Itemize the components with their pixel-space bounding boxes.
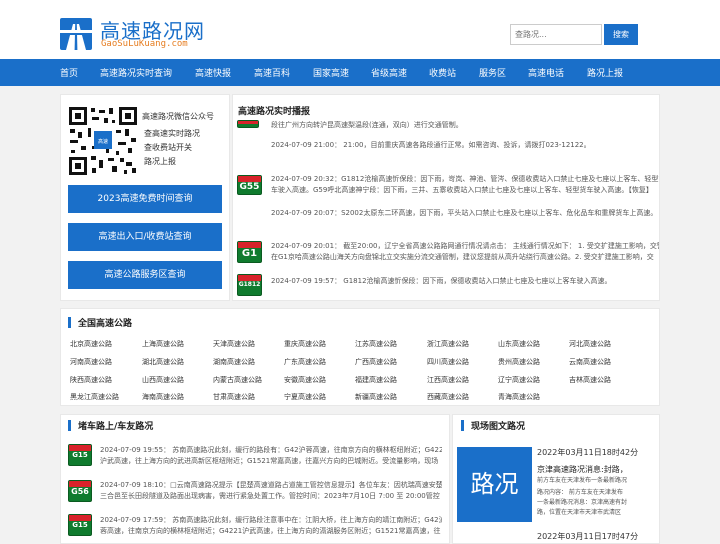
highway-link[interactable]: 河北高速公路 [569,339,611,349]
highway-link[interactable]: 西藏高速公路 [427,392,469,402]
highway-link[interactable]: 云南高速公路 [569,357,611,367]
news-item[interactable]: 2024-07-09 20:32：G1812沧榆高速忻保段：因下雨，岢岚、神池、… [271,174,659,196]
highway-link[interactable]: 贵州高速公路 [498,357,540,367]
wechat-item: 路况上报 [144,157,176,166]
highway-link[interactable]: 青海高速公路 [498,392,540,402]
scene-date: 2022年03月11日17时47分 [537,532,639,541]
nav-report[interactable]: 路况上报 [587,66,623,79]
highway-link[interactable]: 江西高速公路 [427,375,469,385]
news-item[interactable]: 2024-07-09 20:01： 截至20:00，辽宁全省高速公路路网通行情况… [271,241,659,263]
highway-link[interactable]: 山东高速公路 [498,339,540,349]
highway-link[interactable]: 重庆高速公路 [284,339,326,349]
highway-sign-icon: G15 [68,514,92,536]
national-highways-title: 全国高速公路 [78,319,133,329]
highway-link[interactable]: 陕西高速公路 [70,375,112,385]
highway-link[interactable]: 内蒙古高速公路 [213,375,262,385]
nav-phone[interactable]: 高速电话 [528,66,564,79]
highway-link[interactable]: 宁夏高速公路 [284,392,326,402]
scene-summary[interactable]: 前方车友在天津发布一条最新路况 路况内容： 前方车友在天津发布 一条最新路况消息… [537,476,655,518]
highway-link[interactable]: 四川高速公路 [427,357,469,367]
highway-link[interactable]: 天津高速公路 [213,339,255,349]
highway-link[interactable]: 甘肃高速公路 [213,392,255,402]
service-area-query-button[interactable]: 高速公路服务区查询 [68,261,222,289]
toll-station-query-button[interactable]: 高速出入口/收费站查询 [68,223,222,251]
jam-item[interactable]: 2024-07-09 19:55： 苏南高速路况此刻，缓行的路段有：G42沪蓉高… [100,445,442,467]
svg-text:高速: 高速 [98,138,108,145]
nav-wiki[interactable]: 高速百科 [254,66,290,79]
highway-link[interactable]: 湖南高速公路 [213,357,255,367]
news-item[interactable]: 段往广州方向转沪昆高速梨温段(连通，双向）进行交通管制。 [271,120,463,131]
jam-item[interactable]: 2024-07-09 18:10：□云南高速路况提示【昆楚高速道路占道施工管控信… [100,480,442,502]
scene-reports-title: 现场图文路况 [471,422,526,432]
highway-link[interactable]: 上海高速公路 [142,339,184,349]
search-button[interactable]: 搜索 [604,24,638,45]
news-item[interactable]: 2024-07-09 19:57： G1812沧榆高速忻保段：因下雨，保德收费站… [271,276,612,287]
highway-link[interactable]: 广西高速公路 [355,357,397,367]
highway-link[interactable]: 辽宁高速公路 [498,375,540,385]
search-input[interactable] [510,24,602,45]
highway-link[interactable]: 北京高速公路 [70,339,112,349]
highway-link[interactable]: 福建高速公路 [355,375,397,385]
jam-reports-title: 堵车路上/车友路况 [78,422,154,432]
highway-sign-icon: G55 [237,175,262,195]
highway-sign-icon: G15 [68,444,92,466]
wechat-title: 高速路况微信公众号 [142,112,214,121]
qr-code: 高速 [68,106,138,176]
nav-home[interactable]: 首页 [60,66,78,79]
highway-link[interactable]: 河南高速公路 [70,357,112,367]
highway-link[interactable]: 吉林高速公路 [569,375,611,385]
wechat-item: 查高速实时路况 [144,129,200,138]
highway-link[interactable]: 海南高速公路 [142,392,184,402]
highway-link[interactable]: 黑龙江高速公路 [70,392,119,402]
wechat-item: 查收费站开关 [144,143,192,152]
highway-sign-icon: G1 [237,241,262,263]
section-marker [68,317,71,328]
highway-sign-icon: G56 [68,480,92,502]
free-time-query-button[interactable]: 2023高速免费时间查询 [68,185,222,213]
road-logo-icon[interactable] [60,18,92,50]
live-feed[interactable]: 段往广州方向转沪昆高速梨温段(连通，双向）进行交通管制。 2024-07-09 … [233,116,659,300]
highway-link[interactable]: 广东高速公路 [284,357,326,367]
scene-photo[interactable]: 路况 [457,447,532,522]
nav-service[interactable]: 服务区 [479,66,506,79]
nav-news[interactable]: 高速快报 [195,66,231,79]
nav-provincial[interactable]: 省级高速 [371,66,407,79]
news-item[interactable]: 2024-07-09 20:07：S2002太原东二环高速，因下雨，平头站入口禁… [271,208,657,219]
highway-link[interactable]: 湖北高速公路 [142,357,184,367]
section-marker [68,420,71,431]
jam-item[interactable]: 2024-07-09 17:59： 苏南高速路况此刻，缓行路段注意事中在：江阴大… [100,515,442,537]
highway-link[interactable]: 山西高速公路 [142,375,184,385]
scene-headline[interactable]: 京津高速路况消息:封路， [537,464,628,475]
nav-national[interactable]: 国家高速 [313,66,349,79]
site-header: 高速路况网 GaoSuLuKuang.com 搜索 [0,0,720,59]
highway-sign-icon [237,120,259,128]
highway-link[interactable]: 新疆高速公路 [355,392,397,402]
highway-link[interactable]: 浙江高速公路 [427,339,469,349]
nav-realtime[interactable]: 高速路况实时查询 [100,66,172,79]
scene-date: 2022年03月11日18时42分 [537,448,639,457]
highway-sign-icon: G1812 [237,274,262,296]
site-domain: GaoSuLuKuang.com [101,39,188,49]
nav-toll[interactable]: 收费站 [429,66,456,79]
section-marker [461,420,464,431]
news-item[interactable]: 2024-07-09 21:00： 21:00，目前重庆高速各路段通行正常。如需… [271,140,591,151]
highway-link[interactable]: 安徽高速公路 [284,375,326,385]
highway-link[interactable]: 江苏高速公路 [355,339,397,349]
main-nav: 首页 高速路况实时查询 高速快报 高速百科 国家高速 省级高速 收费站 服务区 … [0,59,720,86]
